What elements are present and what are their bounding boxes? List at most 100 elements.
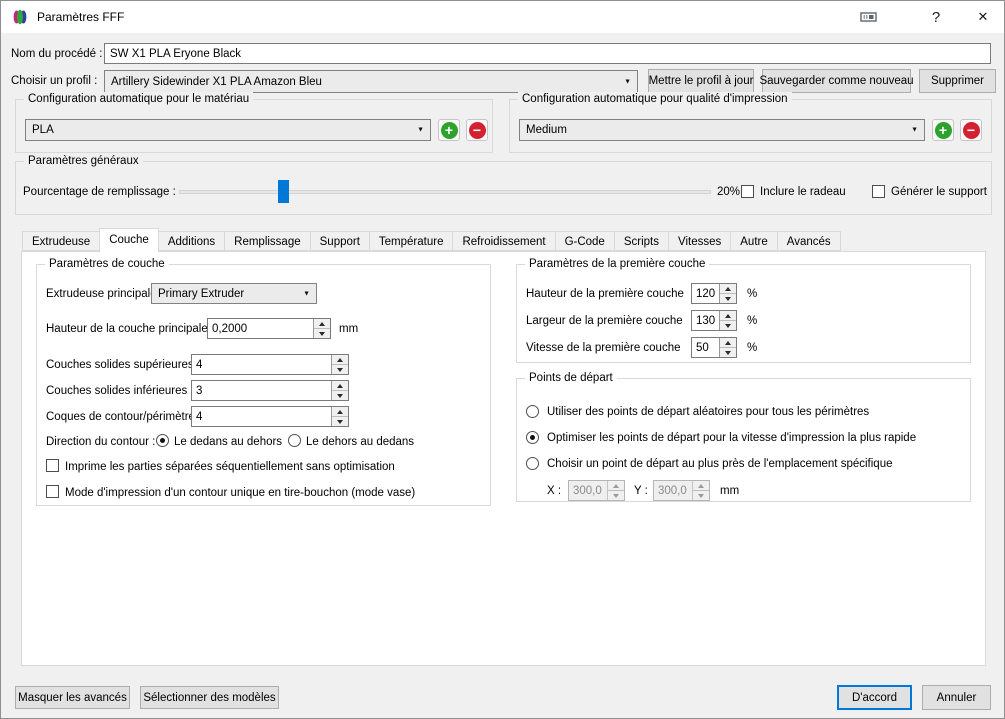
- first-layer-height-spinbox[interactable]: 120: [691, 283, 737, 304]
- outline-direction-label: Direction du contour :: [46, 436, 156, 448]
- chevron-down-icon: ▼: [417, 126, 424, 134]
- tab-vitesses[interactable]: Vitesses: [668, 231, 732, 251]
- spin-up-button[interactable]: [314, 319, 330, 329]
- close-button[interactable]: ✕: [963, 1, 1003, 33]
- vase-mode-label[interactable]: Mode d'impression d'un contour unique en…: [65, 486, 415, 500]
- spin-down-button[interactable]: [720, 294, 736, 303]
- add-quality-button[interactable]: +: [932, 119, 954, 141]
- process-name-input[interactable]: SW X1 PLA Eryone Black: [104, 43, 991, 64]
- help-button[interactable]: ?: [919, 1, 953, 33]
- include-raft-checkbox[interactable]: [741, 185, 754, 198]
- first-layer-speed-spinbox[interactable]: 50: [691, 337, 737, 358]
- tab-extrudeuse[interactable]: Extrudeuse: [22, 231, 101, 251]
- select-models-button[interactable]: Sélectionner des modèles: [140, 686, 279, 709]
- first-layer-width-value[interactable]: 130: [696, 315, 715, 327]
- perimeter-shells-label: Coques de contour/périmètre: [46, 411, 195, 423]
- perimeter-shells-value[interactable]: 4: [196, 411, 202, 423]
- layer-height-value[interactable]: 0,2000: [212, 323, 247, 335]
- tab-additions[interactable]: Additions: [157, 231, 226, 251]
- first-layer-height-value[interactable]: 120: [696, 288, 715, 300]
- layer-settings-title: Paramètres de couche: [45, 257, 169, 272]
- spin-up-button: [693, 481, 709, 491]
- primary-extruder-select[interactable]: Primary Extruder ▼: [151, 283, 317, 304]
- generate-support-checkbox[interactable]: [872, 185, 885, 198]
- optimize-start-points-radio[interactable]: [526, 431, 539, 444]
- include-raft-label[interactable]: Inclure le radeau: [760, 185, 846, 199]
- save-as-new-button[interactable]: Sauvegarder comme nouveau: [759, 69, 914, 93]
- profile-label: Choisir un profil :: [11, 75, 98, 87]
- profile-select-value: Artillery Sidewinder X1 PLA Amazon Bleu: [111, 75, 322, 88]
- minus-icon: −: [962, 121, 980, 139]
- start-x-label: X :: [547, 485, 562, 497]
- top-solid-layers-spinbox[interactable]: 4: [191, 354, 349, 375]
- tab-refroidissement[interactable]: Refroidissement: [452, 231, 556, 251]
- tab-temperature[interactable]: Température: [368, 231, 454, 251]
- inside-out-label[interactable]: Le dedans au dehors: [174, 435, 282, 449]
- process-name-label: Nom du procédé :: [11, 48, 103, 60]
- spin-up-button[interactable]: [332, 407, 348, 417]
- infill-slider-track[interactable]: [179, 190, 711, 194]
- minus-icon: −: [468, 121, 486, 139]
- update-profile-button[interactable]: Mettre le profil à jour: [648, 69, 754, 93]
- optimize-start-points-label[interactable]: Optimiser les points de départ pour la v…: [547, 431, 916, 445]
- bottom-solid-layers-spinbox[interactable]: 3: [191, 380, 349, 401]
- spin-down-button[interactable]: [720, 348, 736, 357]
- tab-avances[interactable]: Avancés: [776, 231, 841, 251]
- quality-select[interactable]: Medium ▼: [519, 119, 925, 141]
- material-select[interactable]: PLA ▼: [25, 119, 431, 141]
- keyboard-layout-icon[interactable]: [853, 1, 885, 33]
- tab-support[interactable]: Support: [309, 231, 370, 251]
- outside-in-label[interactable]: Le dehors au dedans: [306, 435, 414, 449]
- add-material-button[interactable]: +: [438, 119, 460, 141]
- spin-down-button[interactable]: [314, 329, 330, 338]
- plus-icon: +: [440, 121, 458, 139]
- bottom-solid-layers-value[interactable]: 3: [196, 385, 202, 397]
- spin-down-button[interactable]: [332, 391, 348, 400]
- tab-autre[interactable]: Autre: [730, 231, 778, 251]
- tab-gcode[interactable]: G-Code: [554, 231, 615, 251]
- material-select-value: PLA: [32, 124, 54, 136]
- first-layer-speed-value[interactable]: 50: [696, 342, 709, 354]
- random-start-points-radio[interactable]: [526, 405, 539, 418]
- first-layer-speed-unit: %: [747, 342, 758, 354]
- infill-slider-handle[interactable]: [278, 180, 289, 203]
- profile-select[interactable]: Artillery Sidewinder X1 PLA Amazon Bleu …: [104, 70, 638, 93]
- first-layer-title: Paramètres de la première couche: [525, 257, 710, 272]
- inside-out-radio[interactable]: [156, 434, 169, 447]
- infill-percentage-value: 20%: [717, 186, 741, 198]
- specific-start-point-label[interactable]: Choisir un point de départ au plus près …: [547, 457, 892, 471]
- generate-support-label[interactable]: Générer le support: [891, 185, 987, 199]
- spin-down-button[interactable]: [332, 417, 348, 426]
- spin-up-button[interactable]: [720, 284, 736, 294]
- sequential-printing-checkbox[interactable]: [46, 459, 59, 472]
- top-solid-layers-value[interactable]: 4: [196, 359, 202, 371]
- sequential-printing-label[interactable]: Imprime les parties séparées séquentiell…: [65, 460, 395, 474]
- delete-profile-button[interactable]: Supprimer: [919, 69, 996, 93]
- tab-couche[interactable]: Couche: [99, 228, 159, 253]
- tab-remplissage[interactable]: Remplissage: [224, 231, 311, 251]
- outside-in-radio[interactable]: [288, 434, 301, 447]
- specific-start-point-radio[interactable]: [526, 457, 539, 470]
- remove-material-button[interactable]: −: [466, 119, 488, 141]
- tab-scripts[interactable]: Scripts: [613, 231, 669, 251]
- spin-up-button[interactable]: [720, 311, 736, 321]
- spin-down-button[interactable]: [720, 321, 736, 330]
- perimeter-shells-spinbox[interactable]: 4: [191, 406, 349, 427]
- spin-down-button[interactable]: [332, 365, 348, 374]
- spin-up-button[interactable]: [332, 355, 348, 365]
- layer-height-unit: mm: [339, 323, 359, 335]
- layer-height-spinbox[interactable]: 0,2000: [207, 318, 331, 339]
- spin-up-button: [608, 481, 624, 491]
- bottom-solid-layers-label: Couches solides inférieures: [46, 385, 188, 397]
- first-layer-width-spinbox[interactable]: 130: [691, 310, 737, 331]
- settings-tabbar: Extrudeuse Couche Additions Remplissage …: [22, 228, 841, 253]
- remove-quality-button[interactable]: −: [960, 119, 982, 141]
- random-start-points-label[interactable]: Utiliser des points de départ aléatoires…: [547, 405, 869, 419]
- vase-mode-checkbox[interactable]: [46, 485, 59, 498]
- ok-button[interactable]: D'accord: [837, 685, 912, 710]
- hide-advanced-button[interactable]: Masquer les avancés: [15, 686, 130, 709]
- titlebar: Paramètres FFF ? ✕: [1, 1, 1004, 33]
- spin-up-button[interactable]: [720, 338, 736, 348]
- cancel-button[interactable]: Annuler: [922, 685, 991, 710]
- spin-up-button[interactable]: [332, 381, 348, 391]
